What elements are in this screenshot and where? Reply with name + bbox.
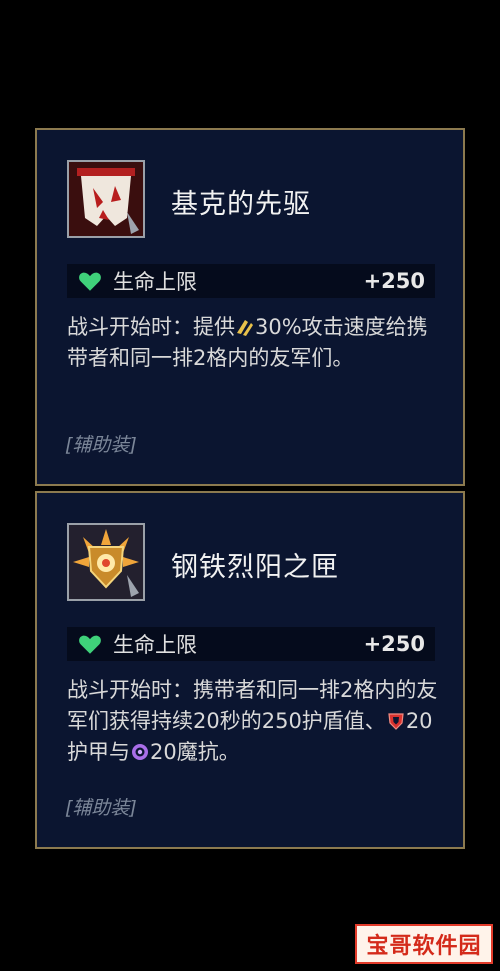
banner-icon[interactable] bbox=[67, 160, 145, 238]
stat-row: 生命上限 +250 bbox=[67, 627, 435, 661]
desc-text: 20魔抗。 bbox=[150, 740, 240, 764]
desc-text: 战斗开始时：携带者和同一排2格内的友军们获得持续20秒的250护盾值、 bbox=[67, 678, 438, 733]
item-name: 基克的先驱 bbox=[171, 189, 311, 220]
heart-icon bbox=[79, 635, 101, 654]
item-tooltip-card: 基克的先驱 生命上限 +250 战斗开始时：提供 30%攻击速度给携带者和同一排… bbox=[35, 128, 465, 486]
stat-label: 生命上限 bbox=[113, 270, 197, 294]
magic-resist-icon bbox=[132, 744, 148, 760]
item-description: 战斗开始时：提供 30%攻击速度给携带者和同一排2格内的友军们。 bbox=[67, 312, 447, 374]
item-description: 战斗开始时：携带者和同一排2格内的友军们获得持续20秒的250护盾值、 20护甲… bbox=[67, 675, 447, 768]
watermark-logo: 宝哥软件园 bbox=[355, 924, 493, 964]
sun-shield-icon[interactable] bbox=[67, 523, 145, 601]
item-tag: [辅助装] bbox=[65, 434, 137, 456]
item-name: 钢铁烈阳之匣 bbox=[171, 552, 339, 583]
desc-text: 战斗开始时：提供 bbox=[67, 315, 235, 339]
attack-speed-icon bbox=[237, 320, 253, 336]
stat-label: 生命上限 bbox=[113, 633, 197, 657]
armor-icon bbox=[388, 713, 404, 730]
stat-row: 生命上限 +250 bbox=[67, 264, 435, 298]
item-tooltip-card: 钢铁烈阳之匣 生命上限 +250 战斗开始时：携带者和同一排2格内的友军们获得持… bbox=[35, 491, 465, 849]
item-tag: [辅助装] bbox=[65, 797, 137, 819]
heart-icon bbox=[79, 272, 101, 291]
stat-value: +250 bbox=[363, 632, 425, 656]
stat-value: +250 bbox=[363, 269, 425, 293]
